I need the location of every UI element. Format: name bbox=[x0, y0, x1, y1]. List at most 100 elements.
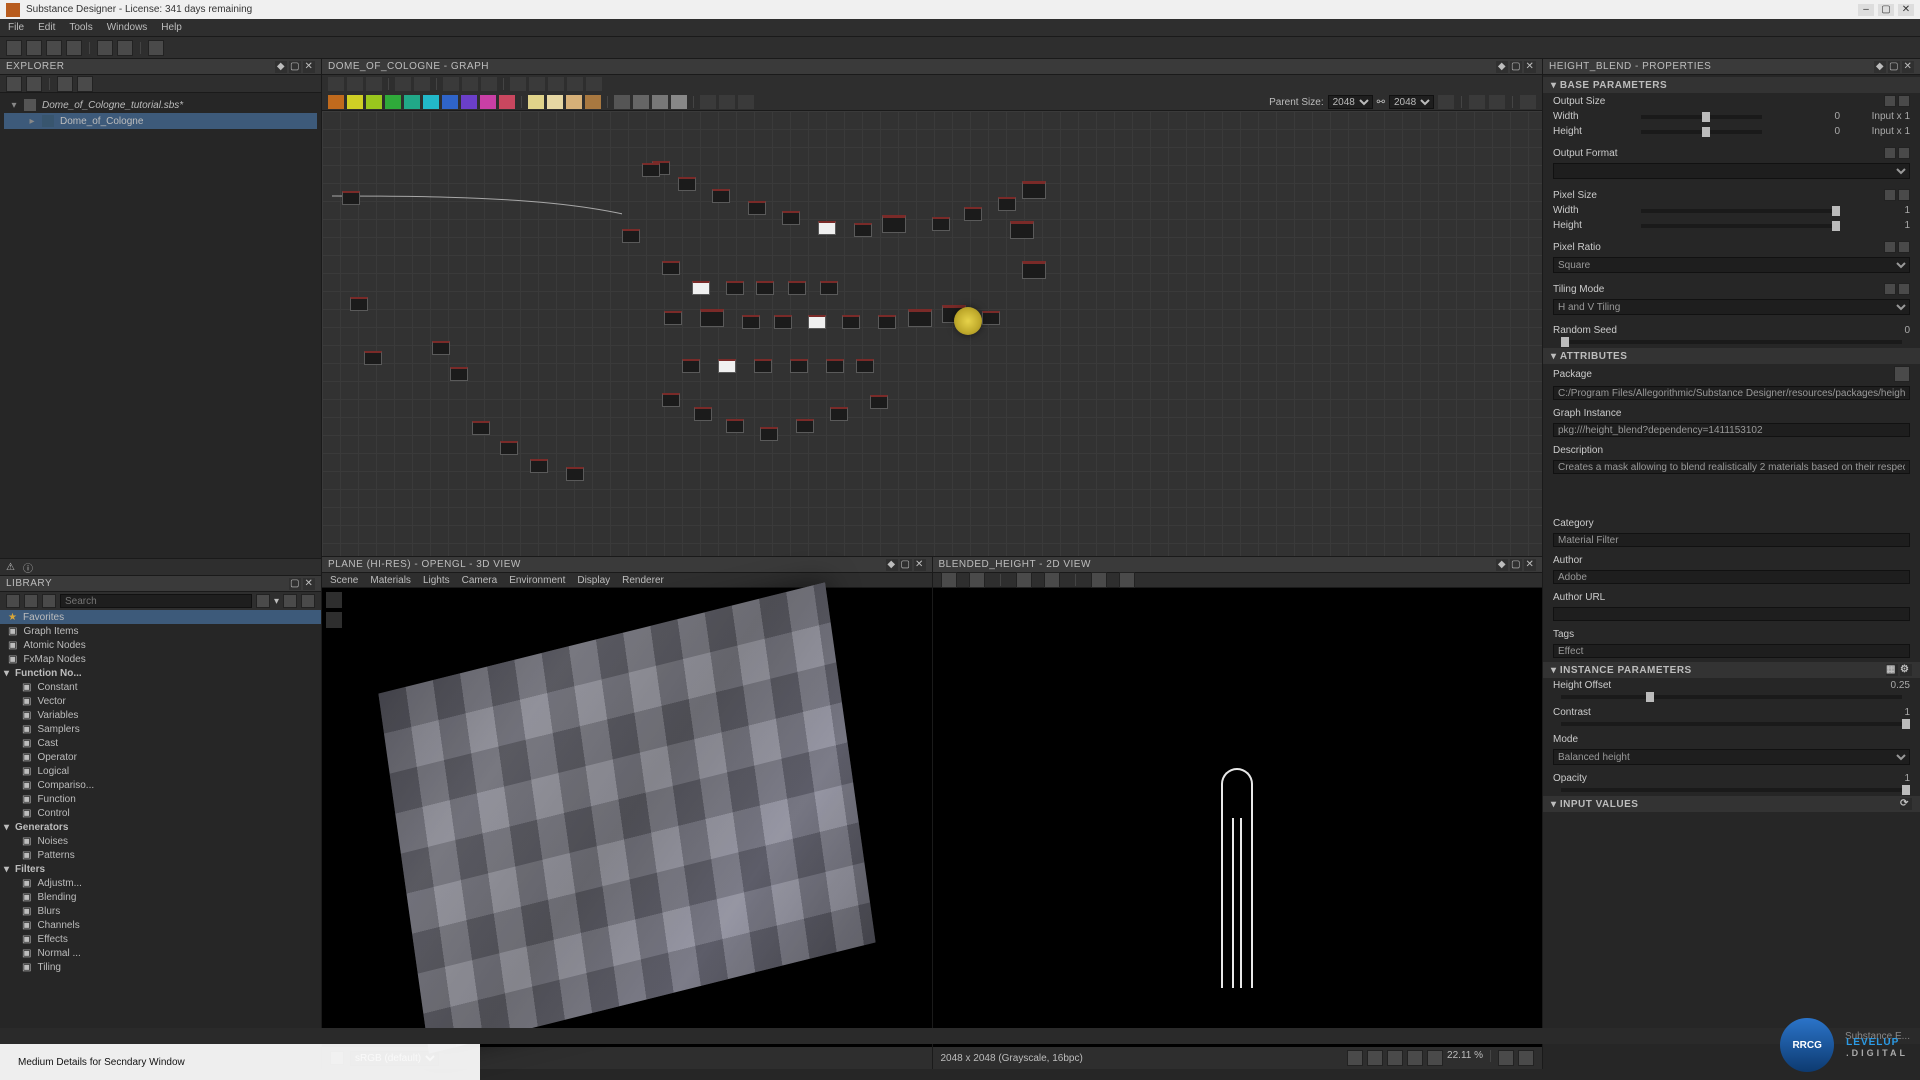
lib-variables[interactable]: ▣Variables bbox=[0, 708, 321, 722]
pixel-width-slider[interactable] bbox=[1641, 209, 1832, 213]
chevron-down-icon[interactable]: ▾ bbox=[1551, 351, 1557, 362]
graph-node[interactable] bbox=[808, 315, 826, 329]
output-node[interactable] bbox=[1022, 261, 1046, 279]
graph-node[interactable] bbox=[700, 309, 724, 327]
parent-size-width[interactable]: 2048 bbox=[1328, 95, 1373, 109]
graph-node[interactable] bbox=[450, 367, 468, 381]
tree-view-icon[interactable] bbox=[6, 594, 20, 608]
graph-node[interactable] bbox=[818, 221, 836, 235]
reset-size-icon[interactable] bbox=[700, 95, 716, 109]
lib-function[interactable]: ▣Function bbox=[0, 792, 321, 806]
undo-icon[interactable] bbox=[97, 40, 113, 56]
picker-icon[interactable] bbox=[969, 572, 985, 588]
pin-node-icon[interactable] bbox=[548, 77, 564, 91]
lib-adjustments[interactable]: ▣Adjustm... bbox=[0, 876, 321, 890]
swatch-orange[interactable] bbox=[328, 95, 344, 109]
lib-noises[interactable]: ▣Noises bbox=[0, 834, 321, 848]
save-all-icon[interactable] bbox=[66, 40, 82, 56]
close-panel-icon[interactable]: ✕ bbox=[1524, 61, 1536, 73]
gear-icon[interactable] bbox=[1898, 241, 1910, 253]
gear-icon[interactable]: ⚙ bbox=[1900, 664, 1912, 676]
menu-edit[interactable]: Edit bbox=[38, 22, 55, 33]
swatch-cyan[interactable] bbox=[423, 95, 439, 109]
swatch-purple[interactable] bbox=[461, 95, 477, 109]
graph-node[interactable] bbox=[566, 467, 584, 481]
pin-icon[interactable]: ◆ bbox=[275, 61, 287, 73]
histogram-icon[interactable] bbox=[1119, 572, 1135, 588]
output-format-dropdown[interactable] bbox=[1553, 163, 1910, 179]
graph-node[interactable] bbox=[642, 163, 660, 177]
parent-size-height[interactable]: 2048 bbox=[1389, 95, 1434, 109]
graph-node[interactable] bbox=[964, 207, 982, 221]
graph-node[interactable] bbox=[882, 215, 906, 233]
random-seed-slider[interactable] bbox=[1561, 340, 1902, 344]
grid-icon[interactable] bbox=[1016, 572, 1032, 588]
lib-function-nodes[interactable]: ▾Function No... bbox=[0, 666, 321, 680]
maximize-button[interactable]: ▢ bbox=[1878, 4, 1894, 16]
graph-node[interactable] bbox=[692, 281, 710, 295]
graph-node[interactable] bbox=[788, 281, 806, 295]
fit-icon[interactable] bbox=[1367, 1050, 1383, 1066]
grid-icon[interactable] bbox=[283, 594, 297, 608]
chevron-down-icon[interactable]: ▾ bbox=[4, 822, 9, 833]
stretch-icon[interactable] bbox=[301, 594, 315, 608]
lib-vector[interactable]: ▣Vector bbox=[0, 694, 321, 708]
chevron-down-icon[interactable]: ▾ bbox=[10, 100, 18, 111]
output-node[interactable] bbox=[1010, 221, 1034, 239]
redo-icon[interactable] bbox=[117, 40, 133, 56]
maximize-panel-icon[interactable]: ▢ bbox=[1510, 559, 1522, 571]
maximize-panel-icon[interactable]: ▢ bbox=[289, 61, 301, 73]
lib-comparison[interactable]: ▣Compariso... bbox=[0, 778, 321, 792]
maximize-panel-icon[interactable]: ▢ bbox=[1888, 61, 1900, 73]
pixel-ratio-dropdown[interactable]: Square bbox=[1553, 257, 1910, 273]
lib-generators[interactable]: ▾Generators bbox=[0, 820, 321, 834]
comment-icon[interactable] bbox=[529, 77, 545, 91]
zoom-in-icon[interactable] bbox=[1407, 1050, 1423, 1066]
swatch-yellow[interactable] bbox=[347, 95, 363, 109]
section-instance-parameters[interactable]: ▾ INSTANCE PARAMETERS▦⚙ bbox=[1543, 662, 1920, 678]
graph-node[interactable] bbox=[622, 229, 640, 243]
menu-display[interactable]: Display bbox=[577, 575, 610, 586]
swatch-grey[interactable] bbox=[671, 95, 687, 109]
contrast-slider[interactable] bbox=[1561, 722, 1902, 726]
menu-scene[interactable]: Scene bbox=[330, 575, 358, 586]
graph-node[interactable] bbox=[826, 359, 844, 373]
warning-icon[interactable]: ⚠ bbox=[6, 562, 15, 573]
close-panel-icon[interactable]: ✕ bbox=[914, 559, 926, 571]
graph-node[interactable] bbox=[342, 191, 360, 205]
graph-node[interactable] bbox=[870, 395, 888, 409]
graph-node[interactable] bbox=[998, 197, 1016, 211]
gear-icon[interactable] bbox=[1898, 283, 1910, 295]
dropper-icon[interactable] bbox=[1498, 1050, 1514, 1066]
list-view-icon[interactable] bbox=[24, 594, 38, 608]
square-icon[interactable] bbox=[567, 77, 583, 91]
record-icon[interactable] bbox=[326, 612, 342, 628]
output-node[interactable] bbox=[1022, 181, 1046, 199]
reset-icon[interactable] bbox=[1884, 241, 1896, 253]
section-base-parameters[interactable]: ▾ BASE PARAMETERS bbox=[1543, 77, 1920, 93]
package-row[interactable]: ▾ Dome_of_Cologne_tutorial.sbs* bbox=[4, 97, 317, 113]
graph-node[interactable] bbox=[662, 261, 680, 275]
lib-filters[interactable]: ▾Filters bbox=[0, 862, 321, 876]
section-input-values[interactable]: ▾ INPUT VALUES⟳ bbox=[1543, 796, 1920, 812]
camera-icon[interactable] bbox=[326, 592, 342, 608]
link-icon[interactable]: ⚯ bbox=[1377, 97, 1385, 108]
graph-instance-field[interactable] bbox=[1553, 423, 1910, 437]
lib-control[interactable]: ▣Control bbox=[0, 806, 321, 820]
close-panel-icon[interactable]: ✕ bbox=[303, 61, 315, 73]
refresh-icon[interactable] bbox=[148, 40, 164, 56]
reset-icon[interactable] bbox=[1884, 283, 1896, 295]
swatch-green[interactable] bbox=[385, 95, 401, 109]
chevron-down-icon[interactable]: ▾ bbox=[1551, 80, 1557, 91]
height-offset-slider[interactable] bbox=[1561, 695, 1902, 699]
swatch-pale[interactable] bbox=[547, 95, 563, 109]
swatch-brown[interactable] bbox=[585, 95, 601, 109]
graph-node[interactable] bbox=[742, 315, 760, 329]
graph-node[interactable] bbox=[662, 393, 680, 407]
pin-icon[interactable]: ◆ bbox=[886, 559, 898, 571]
close-panel-icon[interactable]: ✕ bbox=[1902, 61, 1914, 73]
reset-icon[interactable] bbox=[1884, 189, 1896, 201]
brush-icon[interactable] bbox=[42, 594, 56, 608]
menu-renderer[interactable]: Renderer bbox=[622, 575, 664, 586]
align-icon[interactable] bbox=[443, 77, 459, 91]
